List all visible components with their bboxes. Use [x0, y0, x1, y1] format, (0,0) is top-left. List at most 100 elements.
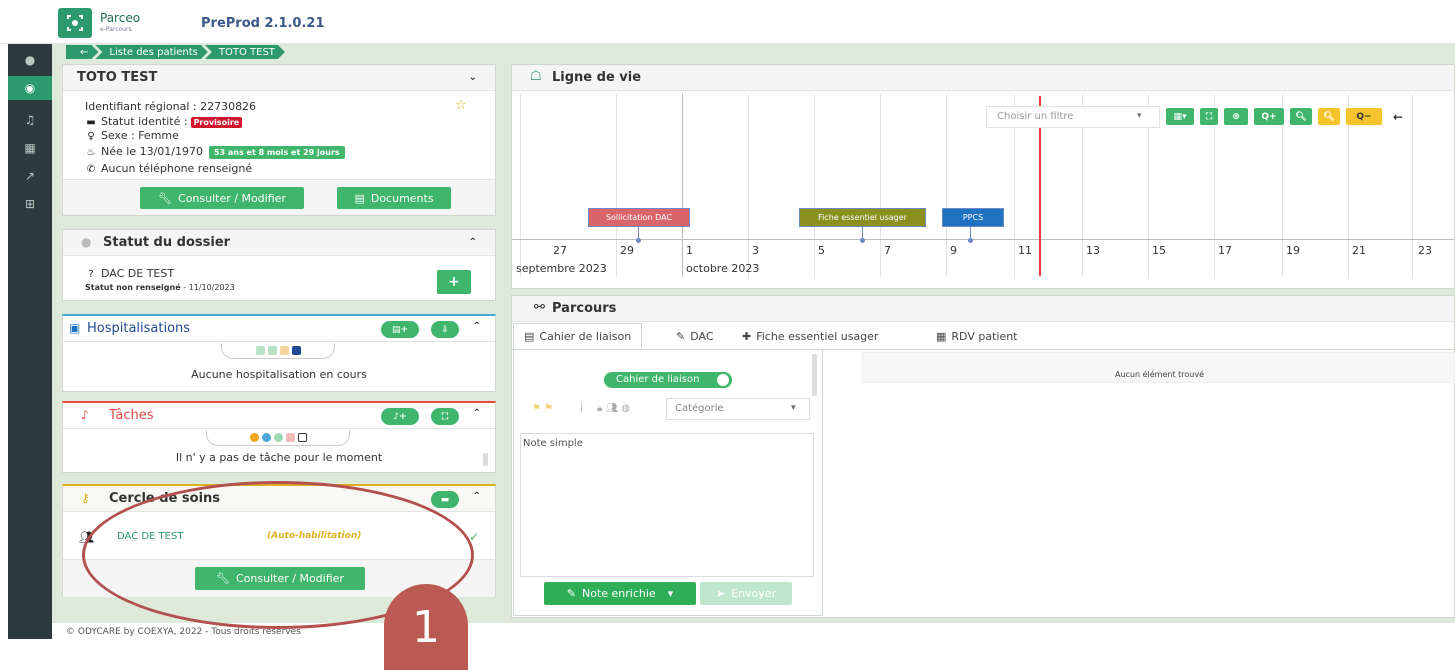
filter-square-icon[interactable] — [279, 346, 289, 355]
filter-square-icon[interactable] — [285, 433, 295, 442]
event-dot — [968, 238, 973, 243]
bell-icon[interactable]: ♫ — [8, 108, 52, 132]
breadcrumb: ← Liste des patients TOTO TEST — [66, 45, 282, 61]
patient-name: TOTO TEST — [77, 70, 158, 85]
dossier-dac-row: ? DAC DE TEST — [85, 267, 174, 280]
grid-line — [814, 94, 815, 277]
calendar-icon[interactable] — [297, 433, 307, 442]
breadcrumb-back[interactable]: ← — [66, 45, 98, 59]
tick-label: 13 — [1086, 244, 1100, 257]
note-textarea[interactable]: Note simple — [520, 433, 814, 577]
sex-row: ♀ Sexe : Femme — [85, 129, 179, 142]
tick-label: 11 — [1018, 244, 1032, 257]
fit-icon[interactable]: ⛶ — [1200, 108, 1218, 125]
chevron-up-icon[interactable]: ⌃ — [469, 237, 477, 248]
chart-icon[interactable]: ↗ — [8, 164, 52, 188]
chevron-up-icon[interactable]: ⌃ — [473, 408, 481, 419]
user-icon: ● — [81, 235, 92, 249]
user-circle-icon[interactable]: ● — [8, 48, 52, 72]
tick-label: 9 — [950, 244, 957, 257]
tab-dac[interactable]: ✎ DAC — [676, 323, 714, 349]
gender-icon: ♀ — [87, 131, 95, 142]
grid-line — [616, 94, 617, 277]
breadcrumb-item-current[interactable]: TOTO TEST — [205, 45, 285, 59]
filter-placeholder: Choisir un filtre — [997, 111, 1074, 122]
hospitalisation-filters — [221, 343, 335, 359]
breadcrumb-item-patients[interactable]: Liste des patients — [95, 45, 208, 59]
grid-line — [946, 94, 947, 277]
filter-check-icon[interactable] — [273, 433, 283, 442]
notebook-icon: ▤ — [524, 329, 535, 343]
id-card-icon: ▬ — [86, 117, 96, 128]
filter-play-icon[interactable] — [249, 433, 259, 442]
chevron-down-icon[interactable]: ⌄ — [469, 72, 477, 83]
phone-row: ✆ Aucun téléphone renseigné — [86, 162, 253, 175]
zoom-in-plus-button[interactable]: Q+ — [1254, 108, 1284, 125]
comment-icon[interactable]: ▬ — [431, 491, 459, 508]
arrow-left-icon[interactable]: ← — [1390, 108, 1406, 125]
hospitalisations-header[interactable]: ▣ Hospitalisations ▤+ ⇩ ⌃ — [63, 316, 495, 342]
scrollbar[interactable] — [483, 453, 488, 466]
tab-rdv-patient[interactable]: ▦ RDV patient — [936, 323, 1018, 349]
flag-icons[interactable]: ⚑ ⚑ — [532, 403, 553, 414]
filter-refresh-icon[interactable] — [261, 433, 271, 442]
hospitalisations-empty: Aucune hospitalisation en cours — [191, 368, 367, 381]
app-version: PreProd 2.1.0.21 — [201, 16, 325, 31]
expand-icon[interactable]: ⛶ — [431, 408, 459, 425]
event-fiche-essentiel[interactable]: Fiche essentiel usager — [799, 208, 926, 227]
cahier-liaison-toggle[interactable]: Cahier de liaison — [604, 372, 732, 388]
download-icon[interactable]: ⇩ — [431, 321, 459, 338]
zoom-out-minus-button[interactable]: Q− — [1346, 108, 1382, 125]
edit-icon: ✎ — [676, 329, 686, 343]
key-icon: ⚷ — [81, 491, 90, 505]
grid-icon[interactable]: ⊞ — [8, 192, 52, 216]
identity-status-row: ▬ Statut identité : Provisoire — [85, 115, 243, 128]
rich-note-button[interactable]: ✎ Note enrichie ▾ — [544, 582, 696, 605]
timeline-title: Ligne de vie — [552, 70, 642, 85]
zoom-out-icon[interactable]: 🔍︎ — [1318, 108, 1340, 125]
scrollbar[interactable] — [812, 354, 817, 396]
birth-row: ♨ Née le 13/01/1970 53 ans et 8 mois et 29… — [85, 145, 345, 159]
logo[interactable] — [58, 8, 92, 38]
top-bar: Parceo e-Parcours PreProd 2.1.0.21 — [0, 0, 1455, 44]
filter-square-icon[interactable] — [267, 346, 277, 355]
tab-fiche-essentiel[interactable]: ✚ Fiche essentiel usager — [742, 323, 878, 349]
chevron-up-icon[interactable]: ⌃ — [473, 491, 481, 502]
taches-header[interactable]: ♪ Tâches ♪+ ⛶ ⌃ — [63, 403, 495, 429]
target-icon[interactable]: ⊕ — [1224, 108, 1248, 125]
dossier-status-header[interactable]: ● Statut du dossier ⌃ — [63, 230, 495, 256]
grid-line — [1412, 94, 1413, 277]
parcours-title: Parcours — [552, 301, 617, 316]
brand-name: Parceo — [100, 11, 141, 25]
filter-square-icon[interactable] — [255, 346, 265, 355]
event-ppcs[interactable]: PPCS — [942, 208, 1004, 227]
patient-panel-header[interactable]: TOTO TEST ⌄ — [63, 65, 495, 91]
document-icon: ▤ — [354, 191, 365, 205]
filter-square-icon[interactable] — [291, 346, 301, 355]
star-icon[interactable]: ☆ — [455, 98, 467, 113]
chevron-down-icon: ▾ — [667, 587, 674, 600]
send-button[interactable]: ➤ Envoyer — [700, 582, 792, 605]
visibility-icons[interactable]: 🔒︎ 👥︎ ◍ — [597, 403, 630, 414]
tab-cahier-liaison[interactable]: ▤ Cahier de liaison — [513, 323, 643, 349]
category-select[interactable]: Catégorie ▾ — [666, 398, 810, 420]
timeline-filter-select[interactable]: Choisir un filtre ▾ — [986, 106, 1160, 128]
month-label: octobre 2023 — [686, 262, 760, 275]
documents-button[interactable]: ▤ Documents — [337, 187, 451, 209]
plus-icon: ✚ — [742, 329, 752, 343]
add-dossier-button[interactable]: + — [437, 270, 471, 294]
timeline-axis — [512, 239, 1454, 240]
zoom-in-icon[interactable]: 🔍︎ — [1290, 108, 1312, 125]
patient-target-icon[interactable]: ◉ — [8, 76, 52, 100]
consult-modify-button[interactable]: 🔧︎ Consulter / Modifier — [140, 187, 304, 209]
add-task-button[interactable]: ♪+ — [381, 408, 419, 425]
month-label: septembre 2023 — [516, 262, 607, 275]
chevron-up-icon[interactable]: ⌃ — [473, 321, 481, 332]
calendar-dropdown-icon[interactable]: ▦▾ — [1166, 108, 1194, 125]
event-sollicitation-dac[interactable]: Sollicitation DAC — [588, 208, 690, 227]
timeline-panel: ☖ Ligne de vie — [511, 64, 1455, 289]
taches-title: Tâches — [109, 408, 154, 423]
add-hospitalisation-button[interactable]: ▤+ — [381, 321, 419, 338]
calendar-icon[interactable]: ▦ — [8, 136, 52, 160]
wrench-icon: 🔧︎ — [158, 191, 173, 205]
